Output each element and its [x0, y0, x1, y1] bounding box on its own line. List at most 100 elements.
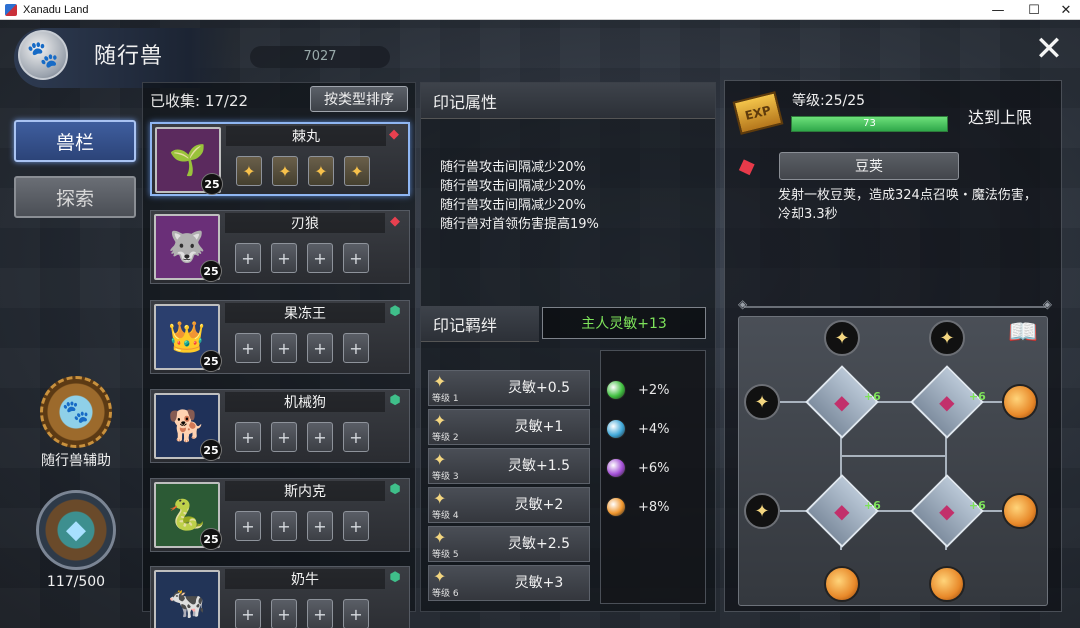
- window-close-button[interactable]: ✕: [1048, 0, 1080, 20]
- tab-pets[interactable]: 兽栏: [14, 120, 136, 162]
- imprint-slots: + + + +: [235, 599, 369, 628]
- gem-bonus-value: +4%: [638, 421, 670, 437]
- gem-row: +2%: [606, 378, 670, 402]
- close-button[interactable]: ✕: [1032, 32, 1066, 68]
- imprint-slot-empty[interactable]: +: [307, 243, 333, 273]
- gem-row: +8%: [606, 495, 670, 519]
- pet-name: 果冻王: [225, 303, 385, 323]
- book-help-icon[interactable]: 📖: [1004, 318, 1042, 354]
- bond-level: 等级 3: [432, 472, 459, 482]
- orange-orb-node-icon[interactable]: [929, 566, 965, 602]
- imprint-slot-empty[interactable]: +: [271, 599, 297, 628]
- imprint-slot-empty[interactable]: +: [343, 333, 369, 363]
- imprint-gem-icon: ◆: [834, 498, 850, 523]
- bond-row: ✦ 等级 4 灵敏+2: [428, 487, 590, 523]
- bond-value: 灵敏+1.5: [508, 458, 570, 474]
- exp-value: 73: [863, 118, 876, 129]
- gear-paw-icon: 🐾: [40, 376, 112, 448]
- gem-bonus-value: +6%: [638, 460, 670, 476]
- exp-bar: 73: [791, 116, 948, 132]
- master-bonus: 主人灵敏+13: [542, 307, 706, 339]
- imprint-slot-empty[interactable]: +: [235, 333, 261, 363]
- skill-name[interactable]: 豆荚: [779, 152, 959, 180]
- pet-assist-button[interactable]: 🐾 随行兽辅助: [34, 376, 118, 470]
- imprint-slot-empty[interactable]: +: [235, 599, 261, 628]
- pet-card[interactable]: 👑 25 果冻王 ⬢ + + + +: [150, 300, 410, 374]
- green-shield-icon: ⬢: [389, 393, 401, 408]
- bond-row: ✦ 等级 1 灵敏+0.5: [428, 370, 590, 406]
- section-divider: [738, 297, 1052, 311]
- imprint-slot-empty[interactable]: +: [307, 333, 333, 363]
- sort-by-type-button[interactable]: 按类型排序: [310, 86, 408, 112]
- imprint-slot-filled[interactable]: ✦: [308, 156, 334, 186]
- wing-node-icon[interactable]: ✦: [744, 493, 780, 529]
- bond-value: 灵敏+2.5: [508, 536, 570, 552]
- minimize-button[interactable]: —: [980, 0, 1016, 20]
- pet-level-label: 等级:25/25: [792, 93, 866, 109]
- tab-explore[interactable]: 探索: [14, 176, 136, 218]
- gem-icon: [606, 497, 626, 517]
- pet-name: 奶牛: [225, 569, 385, 589]
- orange-orb-node-icon[interactable]: [1002, 384, 1038, 420]
- pet-name: 棘丸: [226, 126, 386, 146]
- imprint-slot-empty[interactable]: +: [343, 599, 369, 628]
- wing-node-icon[interactable]: ✦: [824, 320, 860, 356]
- imprint-slot-empty[interactable]: +: [271, 422, 297, 452]
- green-shield-icon: ⬢: [389, 304, 401, 319]
- imprint-slot-empty[interactable]: +: [343, 511, 369, 541]
- imprint-slot-empty[interactable]: +: [307, 599, 333, 628]
- inventory-count: 117/500: [46, 574, 106, 590]
- bond-row: ✦ 等级 5 灵敏+2.5: [428, 526, 590, 562]
- imprint-slot-empty[interactable]: +: [235, 422, 261, 452]
- pet-level-badge: 25: [200, 439, 222, 461]
- gem-bonus-value: +8%: [638, 499, 670, 515]
- window-title: Xanadu Land: [23, 3, 89, 16]
- bond-level: 等级 2: [432, 433, 459, 443]
- maximize-button[interactable]: ☐: [1016, 0, 1052, 20]
- bond-level: 等级 4: [432, 511, 459, 521]
- collected-count: 已收集: 17/22: [150, 92, 249, 110]
- imprint-slot-empty[interactable]: +: [307, 422, 333, 452]
- pet-portrait: 🌱 25: [155, 127, 223, 195]
- pet-level-badge: 25: [201, 173, 223, 195]
- imprint-slot-filled[interactable]: ✦: [236, 156, 262, 186]
- pet-card[interactable]: 🐍 25 斯内克 ⬢ + + + +: [150, 478, 410, 552]
- pet-portrait: 👑 25: [154, 304, 222, 372]
- wing-node-icon[interactable]: ✦: [744, 384, 780, 420]
- imprint-gem-icon: ◆: [939, 389, 955, 414]
- pet-card[interactable]: 🌱 25 棘丸 ◆ ✦ ✦ ✦ ✦: [150, 122, 410, 196]
- imprint-slot-empty[interactable]: +: [235, 511, 261, 541]
- imprint-slot-filled[interactable]: ✦: [272, 156, 298, 186]
- pet-card[interactable]: 🐄 奶牛 ⬢ + + + +: [150, 566, 410, 628]
- red-crystal-icon: ◆: [389, 127, 399, 142]
- imprint-slot-empty[interactable]: +: [271, 333, 297, 363]
- paw-icon: 🐾: [18, 30, 68, 80]
- hub-bonus: +6: [969, 498, 986, 512]
- gem-icon: [606, 458, 626, 478]
- gem-row: +6%: [606, 456, 670, 480]
- imprint-slot-empty[interactable]: +: [271, 243, 297, 273]
- inventory-button[interactable]: ◆ 117/500: [34, 490, 118, 590]
- pet-portrait: 🐕 25: [154, 393, 222, 461]
- imprint-bond-header: 印记羁绊: [421, 306, 539, 342]
- imprint-slot-empty[interactable]: +: [343, 243, 369, 273]
- wing-node-icon[interactable]: ✦: [929, 320, 965, 356]
- wing-icon: ✦: [433, 450, 447, 469]
- bond-value: 灵敏+2: [514, 497, 564, 513]
- imprint-slot-filled[interactable]: ✦: [344, 156, 370, 186]
- pet-card[interactable]: 🐺 25 刃狼 ◆ + + + +: [150, 210, 410, 284]
- orange-orb-node-icon[interactable]: [824, 566, 860, 602]
- orange-orb-node-icon[interactable]: [1002, 493, 1038, 529]
- gem-bonus-value: +2%: [638, 382, 670, 398]
- imprint-slot-empty[interactable]: +: [271, 511, 297, 541]
- pet-name: 刃狼: [225, 213, 385, 233]
- pet-level-badge: 25: [200, 528, 222, 550]
- backpack-icon: ◆: [36, 490, 116, 570]
- wing-icon: ✦: [433, 489, 447, 508]
- pet-card[interactable]: 🐕 25 机械狗 ⬢ + + + +: [150, 389, 410, 463]
- imprint-slot-empty[interactable]: +: [235, 243, 261, 273]
- imprint-slot-empty[interactable]: +: [307, 511, 333, 541]
- bond-level: 等级 6: [432, 589, 459, 599]
- imprint-slot-empty[interactable]: +: [343, 422, 369, 452]
- pet-name: 斯内克: [225, 481, 385, 501]
